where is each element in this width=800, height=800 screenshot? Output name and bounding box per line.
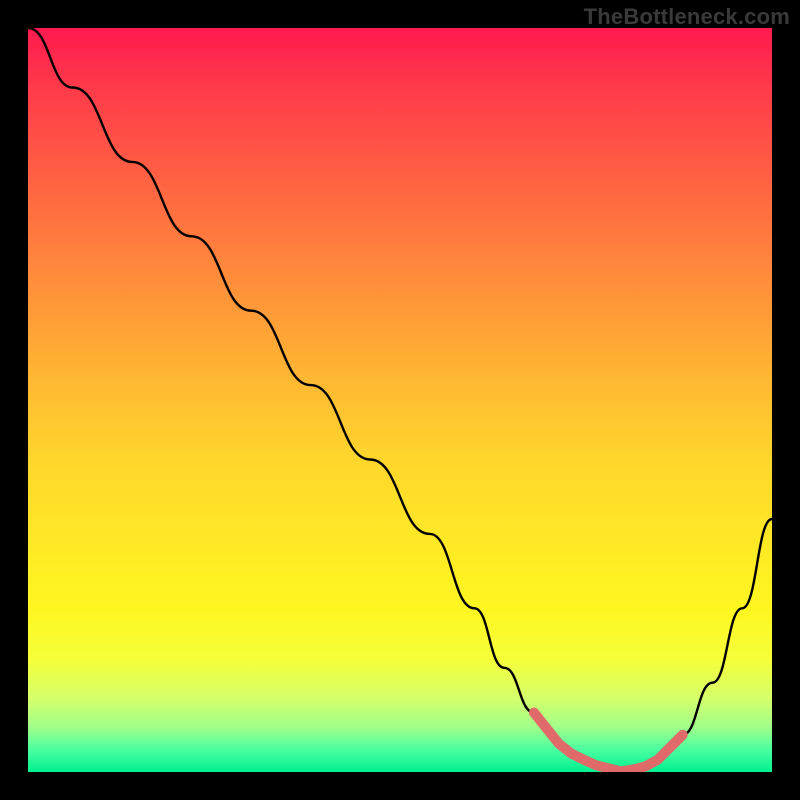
bottleneck-curve — [28, 28, 772, 772]
watermark-text: TheBottleneck.com — [584, 4, 790, 30]
chart-frame: TheBottleneck.com — [0, 0, 800, 800]
curve-svg — [28, 28, 772, 772]
gradient-plot-area — [28, 28, 772, 772]
optimal-zone-highlight — [534, 713, 683, 772]
